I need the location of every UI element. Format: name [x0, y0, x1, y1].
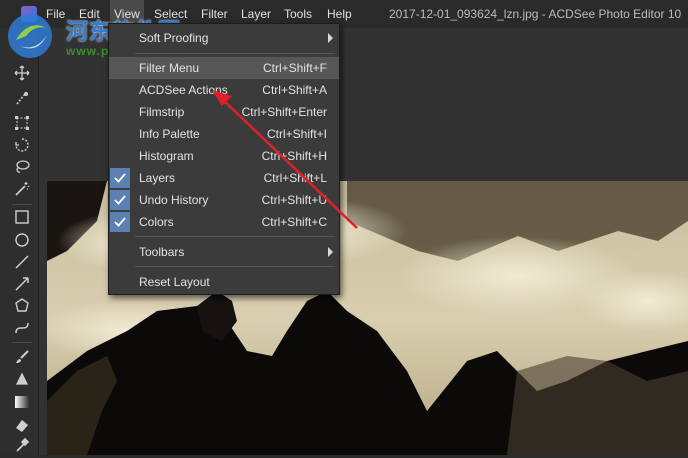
menu-item-info-palette[interactable]: Info Palette Ctrl+Shift+I — [109, 123, 339, 145]
menu-item-filter-menu[interactable]: Filter Menu Ctrl+Shift+F — [109, 57, 339, 79]
checkmark-icon — [110, 212, 130, 232]
checkmark-icon — [110, 190, 130, 210]
lasso-icon[interactable] — [13, 158, 31, 176]
paint-brush-icon[interactable] — [13, 348, 31, 366]
menu-separator — [135, 266, 335, 267]
menu-item-label: Info Palette — [139, 127, 200, 141]
menu-separator — [135, 53, 335, 54]
menu-item-shortcut: Ctrl+Shift+L — [263, 171, 327, 185]
menu-item-shortcut: Ctrl+Shift+Enter — [241, 105, 327, 119]
menu-item-label: Colors — [139, 215, 174, 229]
menu-item-colors[interactable]: Colors Ctrl+Shift+C — [109, 211, 339, 233]
menu-item-shortcut: Ctrl+Shift+F — [262, 61, 327, 75]
line-icon[interactable] — [13, 253, 31, 271]
menu-item-label: Layers — [139, 171, 176, 185]
gradient-icon[interactable] — [13, 393, 31, 411]
menu-item-filmstrip[interactable]: Filmstrip Ctrl+Shift+Enter — [109, 101, 339, 123]
ellipse-icon[interactable] — [13, 231, 31, 249]
rectangle-icon[interactable] — [13, 208, 31, 226]
heal-brush-icon[interactable] — [13, 370, 31, 388]
watermark-logo — [8, 14, 52, 58]
menu-item-reset-layout[interactable]: Reset Layout — [109, 271, 339, 293]
toolbar-divider — [12, 342, 32, 343]
rotate-icon[interactable] — [13, 136, 31, 154]
menu-item-histogram[interactable]: Histogram Ctrl+Shift+H — [109, 145, 339, 167]
tool-palette — [0, 28, 39, 455]
menu-item-shortcut: Ctrl+Shift+A — [262, 83, 327, 97]
checkmark-icon — [110, 168, 130, 188]
menu-item-label: Filmstrip — [139, 105, 185, 119]
submenu-arrow-icon — [328, 33, 333, 43]
menu-item-acdsee-actions[interactable]: ACDSee Actions Ctrl+Shift+A — [109, 79, 339, 101]
menu-item-label: Toolbars — [139, 245, 185, 259]
menu-item-layers[interactable]: Layers Ctrl+Shift+L — [109, 167, 339, 189]
move-icon[interactable] — [13, 64, 31, 82]
brush-select-icon[interactable] — [13, 90, 31, 108]
menu-item-shortcut: Ctrl+Shift+U — [261, 193, 327, 207]
view-menu-dropdown: Soft Proofing Filter Menu Ctrl+Shift+F A… — [108, 23, 340, 295]
window-title: 2017-12-01_093624_lzn.jpg - ACDSee Photo… — [389, 7, 682, 21]
submenu-arrow-icon — [328, 247, 333, 257]
menu-item-undo-history[interactable]: Undo History Ctrl+Shift+U — [109, 189, 339, 211]
menu-separator — [135, 236, 335, 237]
arrow-icon[interactable] — [13, 275, 31, 293]
menu-item-shortcut: Ctrl+Shift+H — [261, 149, 327, 163]
eraser-icon[interactable] — [13, 416, 31, 434]
menu-item-shortcut: Ctrl+Shift+I — [266, 127, 327, 141]
menu-item-label: Soft Proofing — [139, 31, 209, 45]
curve-icon[interactable] — [13, 319, 31, 337]
toolbar-divider — [12, 204, 32, 205]
menu-item-label: Histogram — [139, 149, 194, 163]
menu-item-label: Undo History — [139, 193, 209, 207]
menu-item-shortcut: Ctrl+Shift+C — [261, 215, 327, 229]
transform-icon[interactable] — [13, 114, 31, 132]
menu-item-toolbars[interactable]: Toolbars — [109, 241, 339, 263]
menu-item-label: Filter Menu — [139, 61, 200, 75]
menu-item-soft-proofing[interactable]: Soft Proofing — [109, 27, 339, 49]
menu-item-label: Reset Layout — [139, 275, 210, 289]
magic-wand-icon[interactable] — [13, 180, 31, 198]
eyedropper-icon[interactable] — [13, 436, 31, 454]
menu-item-label: ACDSee Actions — [139, 83, 228, 97]
polygon-icon[interactable] — [13, 297, 31, 315]
